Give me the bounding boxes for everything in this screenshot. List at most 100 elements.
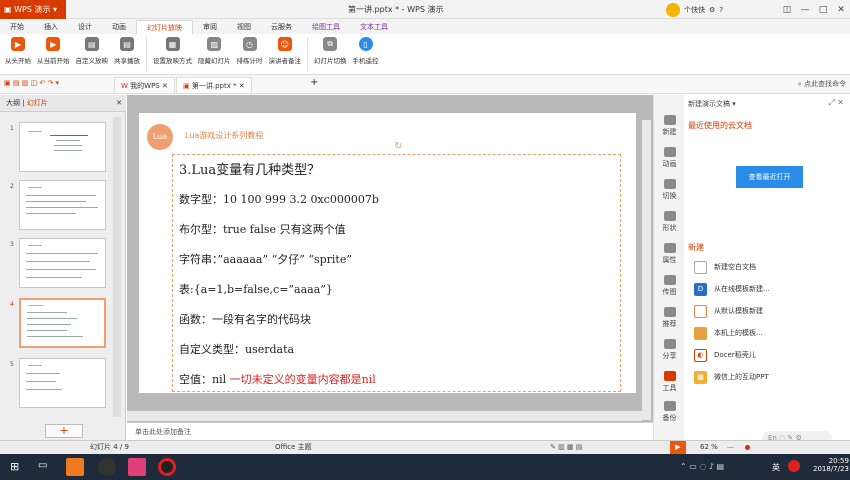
wps-taskbar-icon[interactable]	[66, 458, 84, 476]
slide-thumbnail[interactable]	[19, 180, 106, 230]
quick-access-toolbar[interactable]: ▣ ▤ ▥ ◫ ↶ ↷ ▾	[4, 79, 59, 87]
notification-icon[interactable]	[788, 460, 800, 472]
tool-new[interactable]: 新建	[654, 115, 685, 137]
tab-text-tools[interactable]: 文本工具	[350, 20, 398, 34]
wechat-ppt-item[interactable]: ▦ 微信上的互动PPT	[694, 369, 769, 385]
zoom-level[interactable]: 62 %	[700, 441, 718, 454]
body-line[interactable]: 数字型：10 100 999 3.2 0xc000007b	[179, 191, 379, 207]
tool-upload-image[interactable]: 传图	[654, 275, 685, 297]
tool-properties[interactable]: 属性	[654, 243, 685, 265]
share-play-button[interactable]: ▤ 共享播放	[111, 34, 143, 65]
play-slideshow-button[interactable]: ▶	[670, 441, 686, 454]
tab-review[interactable]: 审阅	[193, 20, 227, 34]
tool-tools[interactable]: 工具	[654, 371, 685, 393]
chat-taskbar-icon[interactable]	[128, 458, 146, 476]
qq-taskbar-icon[interactable]	[98, 458, 116, 476]
close-icon[interactable]: ✕	[116, 95, 122, 112]
body-line[interactable]: 自定义类型：userdata	[179, 341, 294, 357]
view-buttons[interactable]: ✎ ▥ ▦ ▤	[550, 441, 582, 454]
zoom-out-button[interactable]: —	[727, 441, 734, 454]
slide-header: Lua游戏设计系列教程	[185, 131, 264, 140]
custom-show-button[interactable]: ▤ 自定义放映	[73, 34, 112, 65]
windows-start-icon[interactable]: ⊞	[10, 460, 19, 473]
tab-outline[interactable]: 大纲	[6, 99, 20, 107]
tab-cloud[interactable]: 云服务	[261, 20, 302, 34]
slide-title[interactable]: 3.Lua变量有几种类型？	[179, 159, 320, 178]
minimize-button[interactable]: —	[796, 5, 814, 15]
tool-shape[interactable]: 形状	[654, 211, 685, 233]
tab-view[interactable]: 视图	[227, 20, 261, 34]
tab-mywps[interactable]: W 我的WPS ✕	[114, 77, 175, 93]
theme-name: Office 主题	[275, 443, 312, 451]
slide-number: 1	[10, 125, 14, 132]
tab-slideshow[interactable]: 幻灯片放映	[136, 20, 193, 34]
tool-share[interactable]: 分享	[654, 339, 685, 361]
tool-recommend[interactable]: 推荐	[654, 307, 685, 329]
settings-screen-icon: ▦	[165, 37, 180, 51]
tab-current-file[interactable]: ▣ 第一讲.pptx * ✕	[176, 77, 252, 93]
skin-icon[interactable]: ◫	[778, 5, 796, 15]
slide-transition-button[interactable]: ⧉ 幻灯片切换	[311, 34, 350, 65]
app-menu-button[interactable]: ▣ WPS 演示 ▾	[0, 0, 66, 19]
ime-indicator[interactable]: 英	[772, 462, 780, 473]
slide-thumbnail[interactable]	[19, 358, 106, 408]
slide-thumbnail-selected[interactable]	[19, 298, 106, 348]
body-line[interactable]: 表:{a=1,b=false,c=”aaaa”}	[179, 281, 333, 297]
ribbon-divider	[146, 37, 147, 71]
close-button[interactable]: ✕	[832, 5, 850, 15]
presenter-notes-button[interactable]: ☺ 演讲者备注	[266, 34, 305, 65]
body-line[interactable]: 布尔型：true false 只有这两个值	[179, 221, 346, 237]
tab-slides[interactable]: 幻灯片	[27, 99, 48, 107]
play-from-start-button[interactable]: ▶ 从头开始	[2, 34, 34, 65]
settings-icon[interactable]: ⚙	[709, 6, 715, 14]
slide-thumbnail[interactable]	[19, 122, 106, 172]
tab-start[interactable]: 开始	[0, 20, 34, 34]
clock[interactable]: 20:59 2018/7/23	[813, 457, 849, 473]
pane-header[interactable]: 新建演示文稿 ▾	[688, 99, 736, 109]
command-search[interactable]: ⌕ 点此查找命令	[798, 78, 846, 91]
notes-area[interactable]: 单击此处添加备注	[127, 422, 653, 440]
task-view-icon[interactable]: ▭	[38, 460, 47, 471]
maximize-button[interactable]: □	[814, 5, 832, 15]
body-line[interactable]: 函数：一段有名字的代码块	[179, 311, 311, 327]
recorder-taskbar-icon[interactable]	[158, 458, 176, 476]
pane-controls[interactable]: ⤢ ✕	[828, 98, 844, 108]
slide[interactable]: Lua Lua游戏设计系列教程 ↻ 3.Lua变量有几种类型？ 数字型：10 1…	[139, 113, 636, 393]
zoom-slider-handle[interactable]	[745, 445, 750, 450]
user-name[interactable]: 个快快	[684, 5, 705, 15]
slide-thumbnail[interactable]	[19, 238, 106, 288]
rehearse-timing-button[interactable]: ◷ 排练计时	[234, 34, 266, 65]
play-from-current-button[interactable]: ▶ 从当前开始	[34, 34, 73, 65]
show-settings-button[interactable]: ▦ 设置放映方式	[150, 34, 195, 65]
online-template-item[interactable]: D 从在线模板新建...	[694, 281, 770, 297]
avatar[interactable]	[666, 2, 680, 17]
horizontal-scrollbar[interactable]	[127, 411, 642, 421]
help-icon[interactable]: ?	[719, 6, 723, 14]
default-template-item[interactable]: 从默认模板新建	[694, 303, 763, 319]
vertical-scrollbar[interactable]	[642, 120, 651, 420]
body-line-nil[interactable]: 空值：nil 一切未定义的变量内容都是nil	[179, 371, 376, 387]
tab-animation[interactable]: 动画	[102, 20, 136, 34]
new-icon	[663, 115, 676, 125]
tab-drawing-tools[interactable]: 绘图工具	[302, 20, 350, 34]
tool-backup[interactable]: 备份	[654, 401, 685, 423]
tray-icons[interactable]: ⌃ ▭ ◌ ♪ ▤	[680, 462, 724, 471]
body-line[interactable]: 字符串：”aaaaaa” “夕仔” “sprite”	[179, 251, 352, 267]
docer-item[interactable]: ◐ Docer稻壳儿	[694, 347, 756, 363]
phone-remote-button[interactable]: ▯ 手机遥控	[350, 34, 382, 65]
add-slide-button[interactable]: +	[45, 424, 83, 438]
hide-slide-button[interactable]: ▨ 隐藏幻灯片	[195, 34, 234, 65]
view-recent-button[interactable]: 查看最近打开	[736, 166, 803, 188]
new-blank-item[interactable]: 新建空白文档	[694, 259, 756, 275]
new-tab-button[interactable]: +	[310, 77, 318, 88]
tab-design[interactable]: 设计	[68, 20, 102, 34]
tool-animation[interactable]: 动画	[654, 147, 685, 169]
user-area[interactable]: 个快快 ⚙ ?	[666, 2, 723, 17]
tab-insert[interactable]: 插入	[34, 20, 68, 34]
tool-transition[interactable]: 切换	[654, 179, 685, 201]
animation-icon	[663, 147, 676, 157]
local-template-item[interactable]: 本机上的模板...	[694, 325, 763, 341]
rotate-handle-icon[interactable]: ↻	[394, 141, 402, 152]
new-section-title: 新建	[688, 243, 704, 252]
slides-scrollbar[interactable]	[113, 117, 121, 417]
